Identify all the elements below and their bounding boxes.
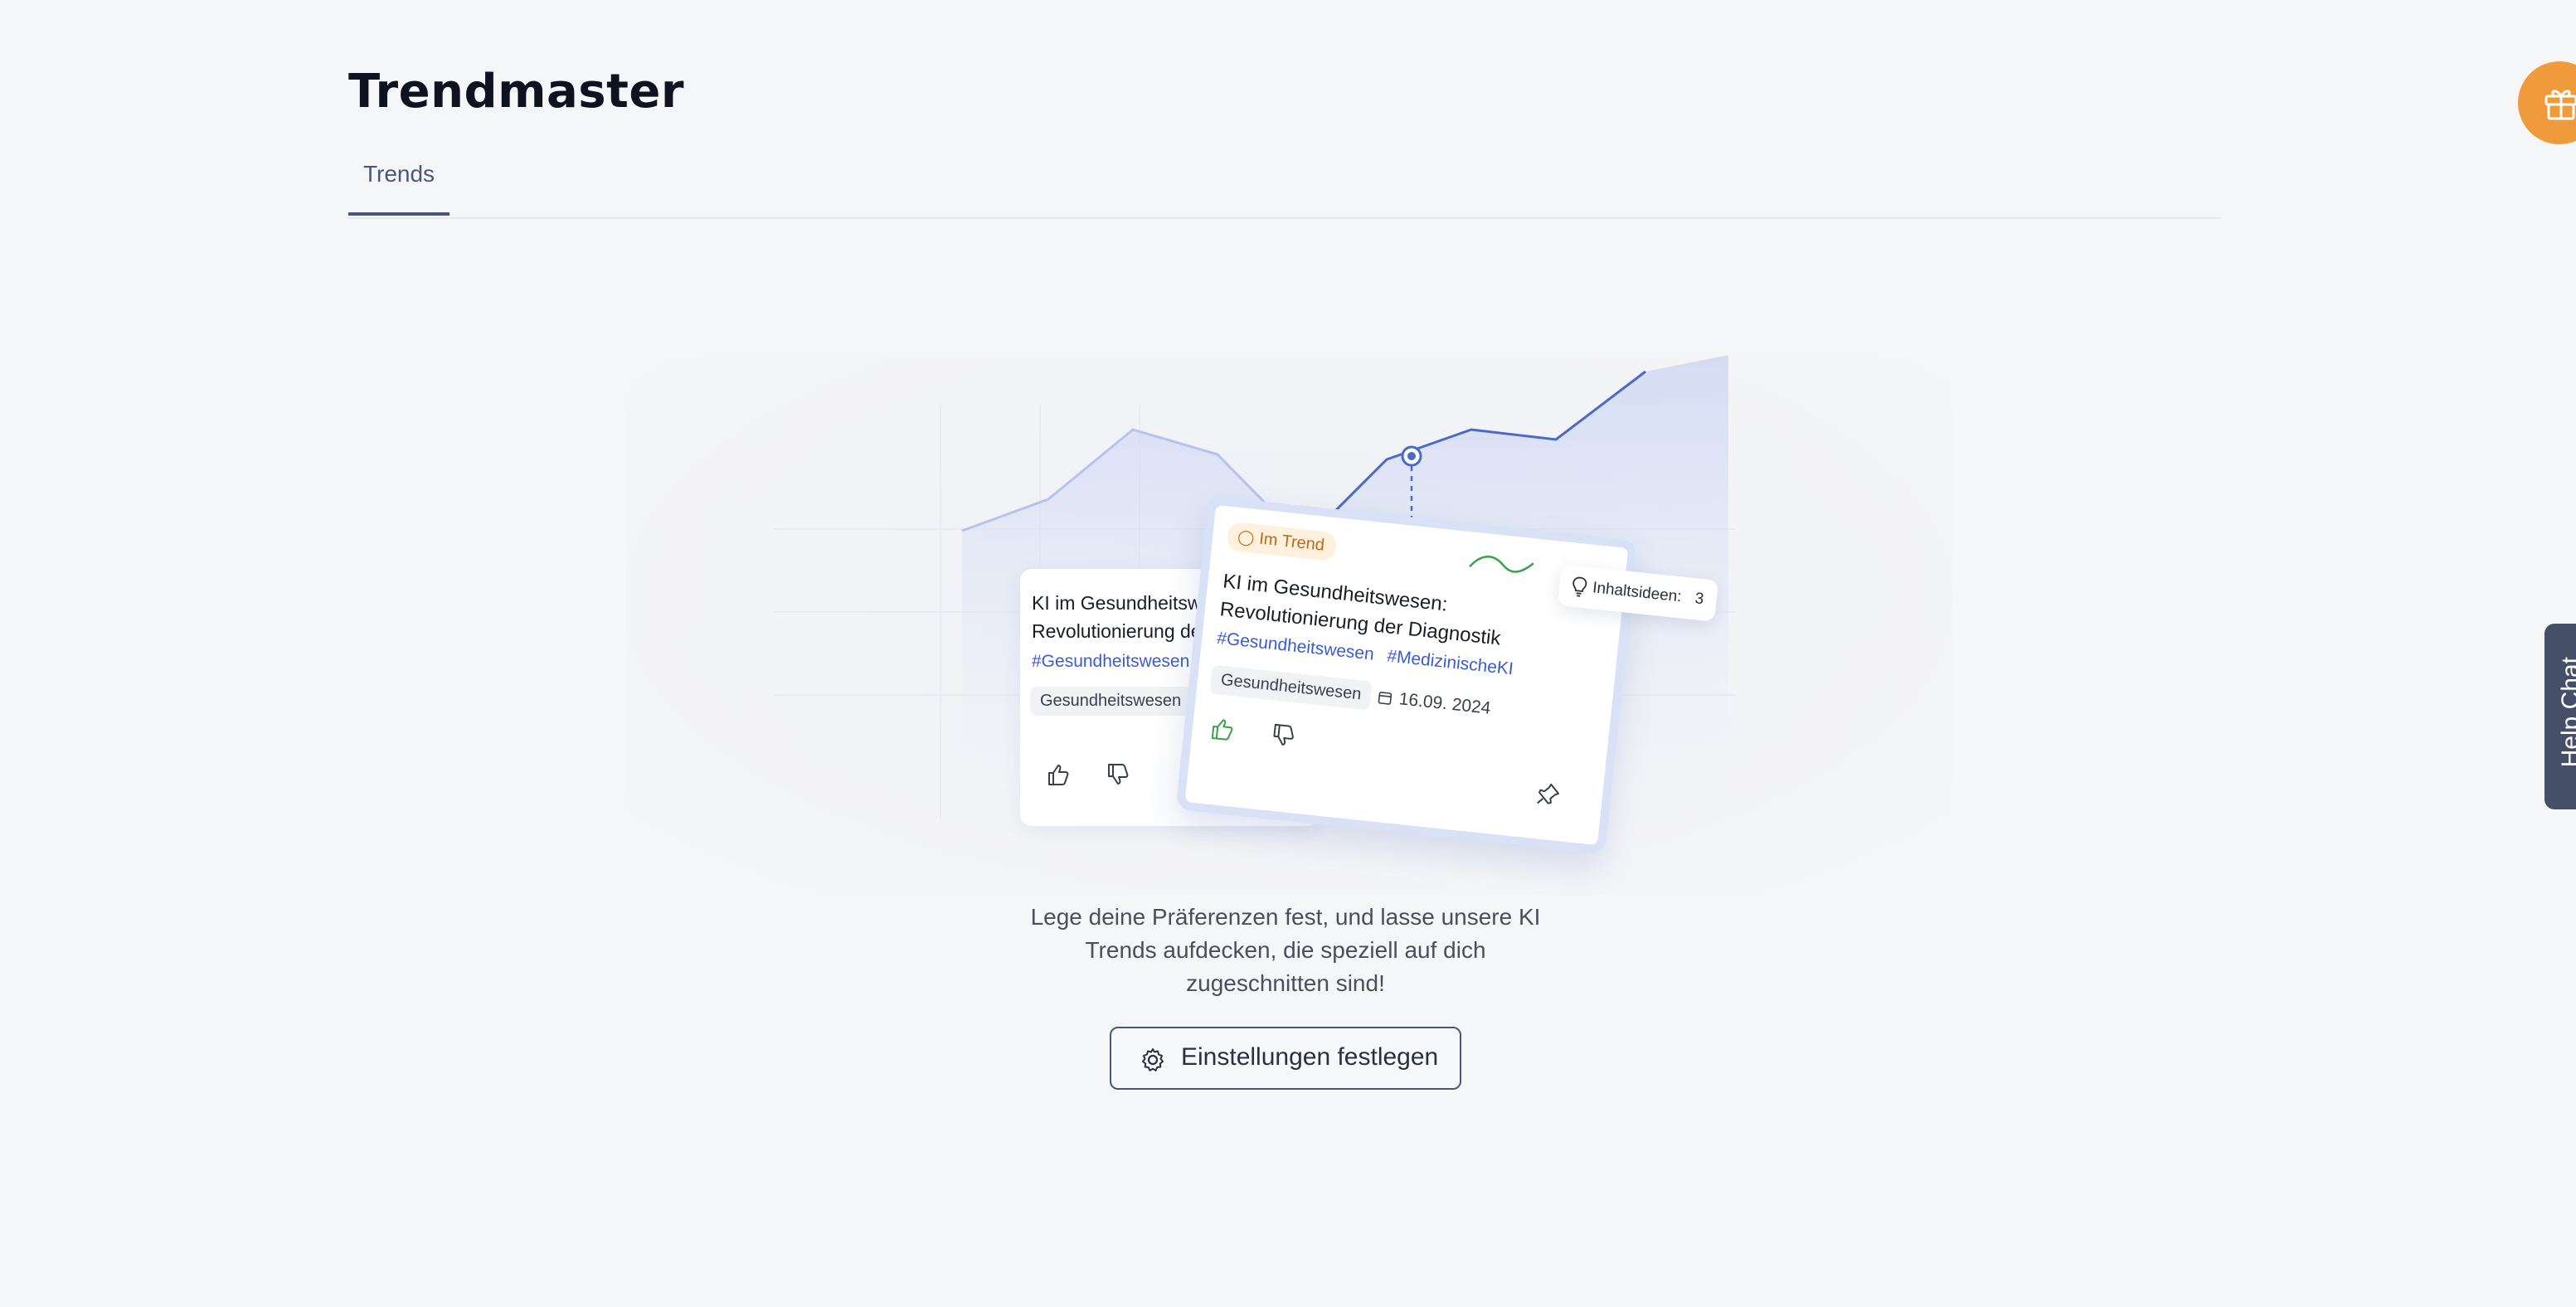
thumbs-up-icon — [1211, 719, 1233, 741]
sparkline-icon — [1469, 555, 1534, 573]
gift-button[interactable] — [2518, 61, 2576, 144]
trend-badge: ◯ Im Trend — [1226, 521, 1338, 562]
settings-button[interactable]: Einstellungen festlegen — [1110, 1027, 1461, 1090]
category-chip: Gesundheitswesen — [1030, 687, 1192, 716]
tab-bar: Trends — [348, 149, 2221, 219]
gift-icon — [2544, 90, 2576, 120]
settings-button-label: Einstellungen festlegen — [1181, 1043, 1439, 1071]
date-value: 16.09. 2024 — [1397, 689, 1492, 718]
ideas-count: 3 — [1694, 590, 1705, 609]
pin-icon — [1537, 783, 1560, 804]
ideas-label: Inhaltsideen: — [1592, 579, 1683, 606]
empty-state-message: Lege deine Präferenzen fest, und lasse u… — [1030, 904, 1541, 996]
card-date: 16.09. 2024 — [1377, 688, 1492, 719]
calendar-icon — [1378, 692, 1392, 705]
empty-state-illustration: KI im Gesundheitswesen: Revolutionierung… — [625, 355, 1952, 894]
thumbs-up-icon — [1048, 765, 1069, 785]
page-title: Trendmaster — [348, 65, 684, 119]
gear-icon — [1142, 1048, 1164, 1071]
badge-label: Im Trend — [1258, 529, 1326, 555]
category-chip: Gesundheitswesen — [1209, 664, 1373, 711]
help-chat-button[interactable]: Help Chat — [2544, 624, 2576, 809]
help-chat-label: Help Chat — [2557, 657, 2576, 768]
thumbs-down-icon — [1273, 723, 1294, 746]
thumbs-down-icon — [1108, 764, 1129, 785]
lightbulb-icon — [1572, 576, 1587, 597]
card-hashtag: #Gesundheitswesen — [1032, 652, 1190, 671]
fire-icon: ◯ — [1237, 527, 1256, 547]
trend-card-foreground: ◯ Im Trend KI im Gesundheitswesen: Revolu… — [1175, 495, 1638, 855]
tab-trends[interactable]: Trends — [348, 149, 450, 216]
